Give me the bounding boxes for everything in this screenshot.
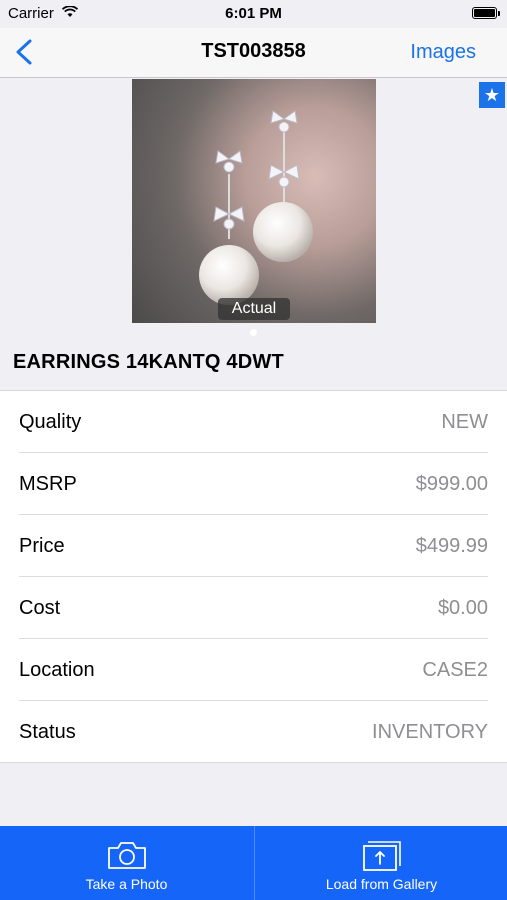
star-icon[interactable]: ★ — [479, 82, 505, 108]
item-photo[interactable]: Actual — [132, 79, 376, 323]
detail-row-msrp: MSRP $999.00 — [19, 453, 488, 515]
detail-row-location: Location CASE2 — [19, 639, 488, 701]
load-gallery-button[interactable]: Load from Gallery — [254, 826, 507, 900]
camera-icon — [107, 840, 147, 875]
detail-value: INVENTORY — [372, 721, 488, 743]
detail-row-price: Price $499.99 — [19, 515, 488, 577]
earrings-image — [199, 110, 313, 305]
details-list: Quality NEW MSRP $999.00 Price $499.99 C… — [0, 390, 507, 763]
detail-value: $499.99 — [415, 535, 488, 557]
photo-gallery[interactable]: Actual ★ — [0, 78, 507, 338]
detail-row-cost: Cost $0.00 — [19, 577, 488, 639]
detail-value: $999.00 — [415, 473, 488, 495]
images-button[interactable]: Images — [410, 41, 476, 64]
status-time: 6:01 PM — [225, 5, 282, 22]
detail-label: MSRP — [19, 473, 77, 495]
detail-label: Price — [19, 535, 65, 557]
detail-row-quality: Quality NEW — [19, 391, 488, 453]
navigation-bar: TST003858 Images — [0, 28, 507, 78]
take-photo-button[interactable]: Take a Photo — [0, 826, 253, 900]
chevron-left-icon[interactable] — [10, 37, 40, 67]
bottom-toolbar: Take a Photo Load from Gallery — [0, 826, 507, 900]
detail-value: CASE2 — [422, 659, 488, 681]
page-indicator — [250, 329, 257, 336]
detail-label: Cost — [19, 597, 61, 619]
item-title: EARRINGS 14KANTQ 4DWT — [13, 351, 284, 373]
photo-caption: Actual — [218, 298, 290, 320]
detail-value: $0.00 — [437, 597, 488, 619]
detail-row-status: Status INVENTORY — [19, 701, 488, 763]
upload-gallery-icon — [362, 840, 402, 877]
detail-label: Quality — [19, 411, 82, 433]
take-photo-label: Take a Photo — [85, 876, 168, 892]
detail-label: Location — [19, 659, 95, 681]
detail-label: Status — [19, 721, 76, 743]
load-gallery-label: Load from Gallery — [325, 876, 438, 892]
status-bar: Carrier 6:01 PM — [0, 0, 507, 28]
detail-value: NEW — [441, 411, 488, 433]
battery-icon — [472, 7, 500, 19]
